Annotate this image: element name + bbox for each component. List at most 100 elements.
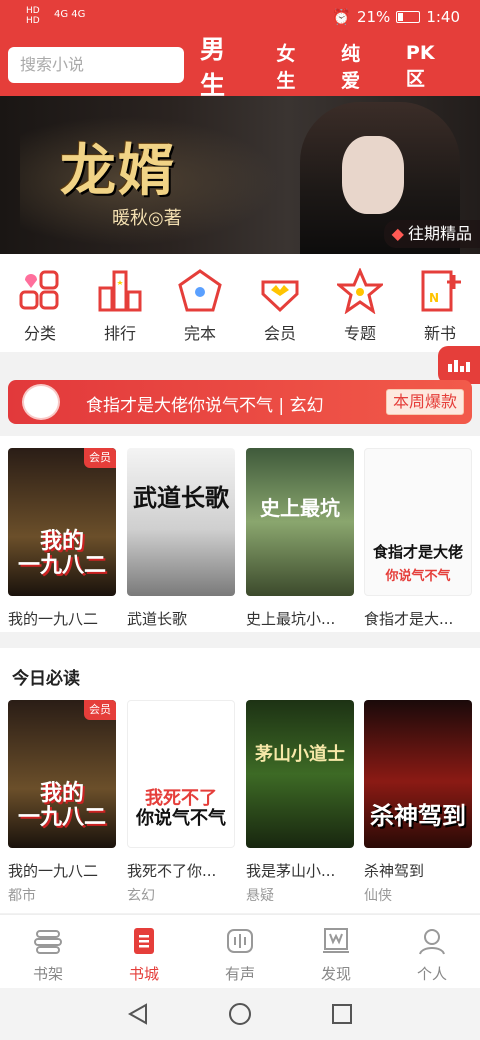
cover-title: 我的 一九八二 (17, 781, 106, 830)
cover-title: 武道长歌 (133, 483, 229, 512)
finished-pentagon-icon (177, 268, 223, 314)
status-right: ⏰ 21% 1:40 (332, 8, 460, 26)
vip-badge: 会员 (84, 700, 116, 720)
book-title: 我的一九八二 (8, 610, 99, 628)
nav-audio[interactable]: 有声 (192, 915, 288, 988)
book-card[interactable]: 武道长歌 武道长歌 (127, 448, 235, 629)
system-navigation-bar (0, 988, 480, 1040)
new-book-icon: N (417, 268, 463, 314)
category-topic[interactable]: 专题 (320, 254, 400, 352)
book-card[interactable]: 会员 我的 一九八二 我的一九八二 都市 (8, 700, 116, 905)
category-label: 专题 (343, 324, 376, 343)
cover-title: 杀神驾到 (370, 802, 466, 830)
cover-title: 我的 一九八二 (17, 529, 106, 578)
category-vip[interactable]: 会员 (240, 254, 320, 352)
alarm-icon: ⏰ (332, 8, 351, 26)
bookshelf-icon (34, 930, 62, 954)
weekly-hit-banner[interactable]: 食指才是大佬你说气不气 | 玄幻 本周爆款 (8, 380, 472, 424)
book-genre: 悬疑 (246, 888, 274, 904)
book-cover: 食指才是大佬 你说气不气 (364, 448, 472, 596)
book-card[interactable]: 茅山小道士 我是茅山小... 悬疑 (246, 700, 354, 905)
cover-title: 我死不了 你说气不气 (136, 788, 226, 829)
floating-side-button[interactable] (438, 346, 480, 384)
tab-pure-love[interactable]: 纯爱 (341, 39, 378, 93)
home-icon[interactable] (228, 1002, 252, 1026)
diamond-icon: ◆ (391, 224, 404, 243)
banner-title: 龙婿 (60, 138, 176, 204)
today-must-read-panel: 今日必读 会员 我的 一九八二 我的一九八二 都市 我死不了 你说气不气 我死不了你… (0, 648, 480, 913)
past-picks-label: 往期精品 (407, 224, 472, 243)
book-title: 杀神驾到 (364, 862, 425, 880)
back-icon[interactable] (126, 1002, 150, 1026)
banner-character-face (342, 136, 404, 214)
category-label: 新书 (423, 324, 456, 343)
book-cover: 杀神驾到 (364, 700, 472, 848)
book-title: 我死不了你... (127, 862, 217, 880)
nav-label: 个人 (416, 965, 447, 983)
category-grid-icon (17, 268, 63, 314)
nav-discover[interactable]: 发现 (288, 915, 384, 988)
tab-male[interactable]: 男生 (200, 30, 248, 102)
book-card[interactable]: 会员 我的 一九八二 我的一九八二 (8, 448, 116, 629)
book-card[interactable]: 我死不了 你说气不气 我死不了你... 玄幻 (127, 700, 235, 905)
nav-label: 书架 (32, 965, 63, 983)
weekly-hit-badge: 本周爆款 (385, 389, 464, 415)
sim-indicator: HD HD (26, 6, 40, 26)
book-cover: 茅山小道士 (246, 700, 354, 848)
category-new-books[interactable]: N 新书 (400, 254, 480, 352)
category-label: 分类 (23, 324, 56, 343)
book-cover: 武道长歌 (127, 448, 235, 596)
category-row: 分类 排行 完本 会员 专题 N 新书 (0, 254, 480, 352)
category-label: 完本 (183, 324, 216, 343)
battery-icon (396, 11, 421, 23)
section-title: 今日必读 (12, 669, 80, 689)
hot-book-text: 食指才是大佬你说气不气 | 玄幻 (86, 396, 324, 416)
top-header: HD HD 4G 4G ⏰ 21% 1:40 搜索小说 男生 女生 纯爱 PK区 (0, 0, 480, 100)
banner-author: 暖秋◎著 (112, 208, 182, 229)
cover-title: 茅山小道士 (255, 744, 345, 765)
book-genre: 仙侠 (364, 888, 392, 904)
cover-subtitle: 你说气不气 (385, 569, 451, 584)
recents-icon[interactable] (330, 1002, 354, 1026)
vip-crown-icon (257, 268, 303, 314)
nav-profile[interactable]: 个人 (384, 915, 480, 988)
gender-tabs: 男生 女生 纯爱 PK区 (200, 35, 480, 100)
category-finished[interactable]: 完本 (160, 254, 240, 352)
category-ranking[interactable]: 排行 (80, 254, 160, 352)
signal-indicator: 4G 4G (54, 9, 86, 20)
book-cover: 我死不了 你说气不气 (127, 700, 235, 848)
bottom-navigation: 书架 书城 有声 发现 个人 (0, 914, 480, 988)
recommend-panel: 会员 我的 一九八二 我的一九八二 武道长歌 武道长歌 史上最坑 史上最坑小...… (0, 436, 480, 632)
clock: 1:40 (426, 8, 460, 26)
book-card[interactable]: 食指才是大佬 你说气不气 食指才是大... (364, 448, 472, 629)
user-icon (419, 929, 445, 955)
cover-title: 食指才是大佬 (372, 543, 463, 561)
nav-bookshelf[interactable]: 书架 (0, 915, 96, 988)
tab-pk-zone[interactable]: PK区 (406, 42, 452, 91)
category-classify[interactable]: 分类 (0, 254, 80, 352)
book-card[interactable]: 杀神驾到 杀神驾到 仙侠 (364, 700, 472, 905)
nav-label: 书城 (128, 965, 159, 983)
nav-bookstore[interactable]: 书城 (96, 915, 192, 988)
book-cover: 会员 我的 一九八二 (8, 700, 116, 848)
ranking-bars-icon (97, 268, 143, 314)
book-avatar (22, 384, 60, 420)
tab-female[interactable]: 女生 (276, 39, 313, 93)
svg-text:N: N (429, 291, 439, 305)
book-card[interactable]: 史上最坑 史上最坑小... (246, 448, 354, 629)
nav-label: 有声 (224, 965, 255, 983)
book-title: 我是茅山小... (246, 862, 336, 880)
book-title: 食指才是大... (364, 610, 454, 628)
past-picks-button[interactable]: ◆ 往期精品 (383, 220, 480, 248)
nav-label: 发现 (320, 965, 351, 983)
promo-banner[interactable]: 龙婿 暖秋◎著 ◆ 往期精品 (0, 96, 480, 254)
book-title: 武道长歌 (127, 610, 188, 628)
battery-percent: 21% (356, 8, 391, 26)
category-label: 排行 (103, 324, 136, 343)
book-title: 史上最坑小... (246, 610, 336, 628)
category-label: 会员 (263, 324, 296, 343)
discover-book-icon (323, 928, 349, 953)
search-input[interactable]: 搜索小说 (8, 47, 184, 83)
vip-badge: 会员 (84, 448, 116, 468)
audio-wave-icon (227, 929, 253, 953)
